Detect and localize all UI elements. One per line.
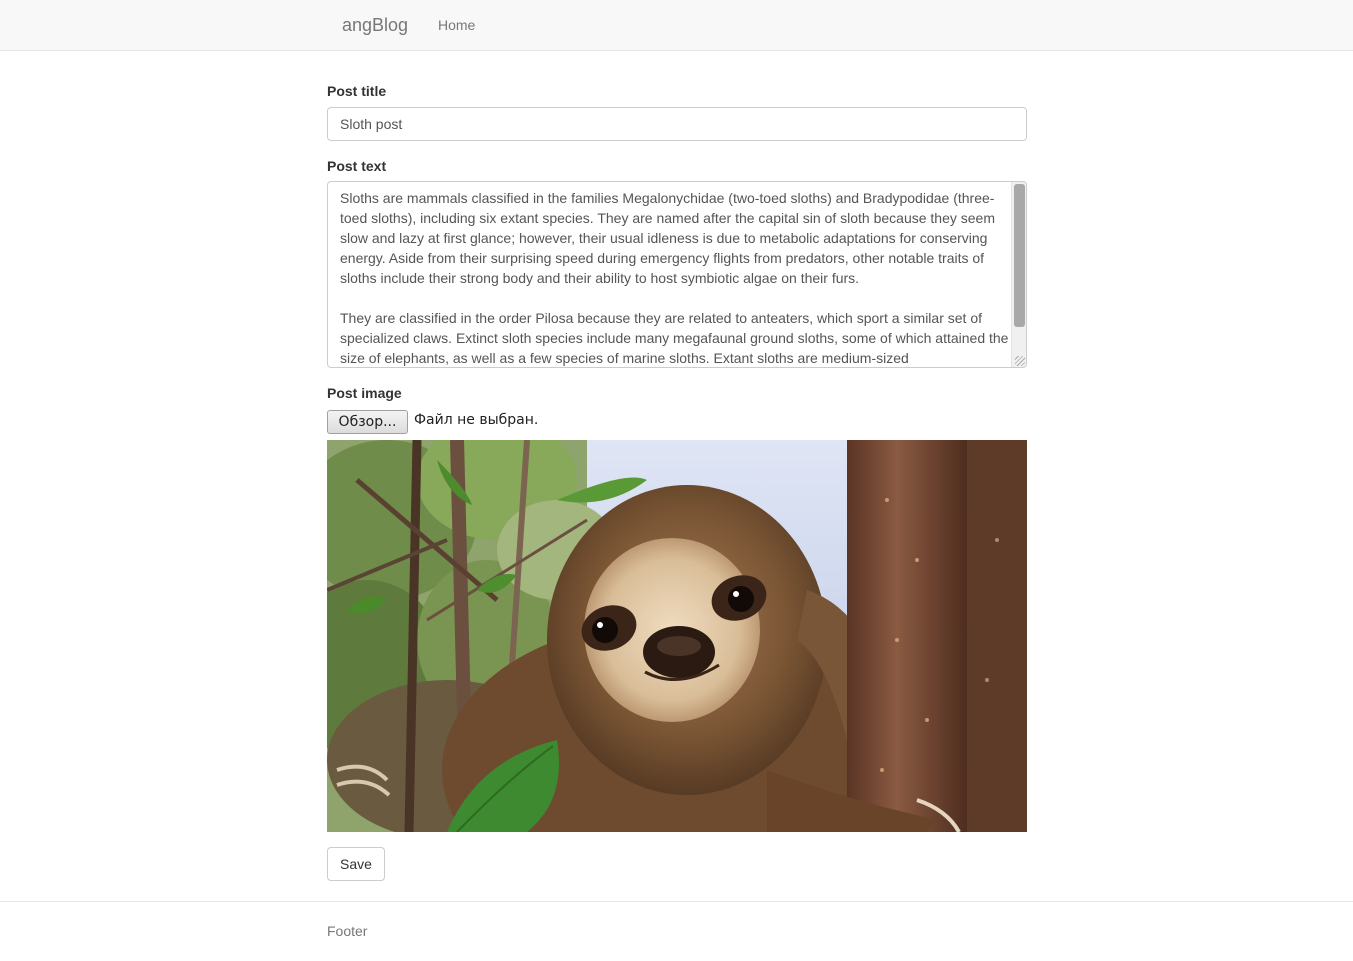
nav-home-link[interactable]: Home [438,16,475,34]
post-title-label: Post title [327,83,387,99]
brand-link[interactable]: angBlog [342,14,408,36]
page-footer: Footer [0,901,1353,961]
browse-file-button[interactable]: Обзор... [327,410,408,434]
scrollbar-thumb[interactable] [1014,184,1025,327]
post-text-label: Post text [327,158,387,174]
top-navbar: angBlog Home [0,0,1353,51]
file-status-text: Файл не выбран. [414,412,539,428]
post-image-preview [327,440,1027,832]
resize-grip-icon[interactable] [1015,356,1025,366]
post-title-input[interactable] [327,107,1027,141]
save-button[interactable]: Save [327,847,385,881]
post-text-content[interactable]: Sloths are mammals classified in the fam… [340,188,1010,366]
textarea-scrollbar[interactable] [1011,182,1026,367]
post-image-label: Post image [327,385,402,401]
footer-text: Footer [327,923,368,939]
post-text-textarea[interactable]: Sloths are mammals classified in the fam… [327,181,1027,368]
